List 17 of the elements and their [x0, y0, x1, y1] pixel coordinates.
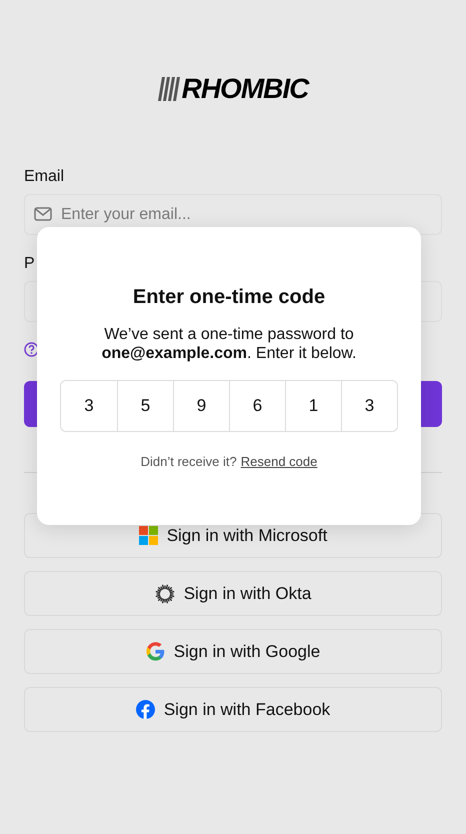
resend-link[interactable]: Resend code	[240, 452, 318, 472]
password-label: P	[24, 255, 35, 273]
g-logo-icon	[146, 642, 165, 661]
sign-in-button[interactable]: Sign in with Facebook	[24, 687, 442, 732]
sign-in-button[interactable]: Sign in with Okta	[24, 571, 442, 616]
sunburst-icon	[154, 584, 175, 604]
email-label: Email	[24, 168, 64, 186]
footer-text: Didn’t receive it?	[140, 453, 237, 471]
stripes-icon	[158, 77, 180, 101]
four-squares-icon	[138, 526, 158, 545]
logo: RHOMBIC	[182, 76, 308, 102]
dialog-message: We’ve sent a one-time password to one@example.com. Enter it below.	[100, 325, 358, 363]
sign-in-button[interactable]: Sign in with Google	[24, 629, 442, 674]
dialog-title: Enter one-time code	[132, 285, 326, 309]
mail-icon	[34, 207, 52, 221]
f-logo-icon	[136, 700, 155, 719]
help-icon[interactable]	[24, 342, 39, 357]
